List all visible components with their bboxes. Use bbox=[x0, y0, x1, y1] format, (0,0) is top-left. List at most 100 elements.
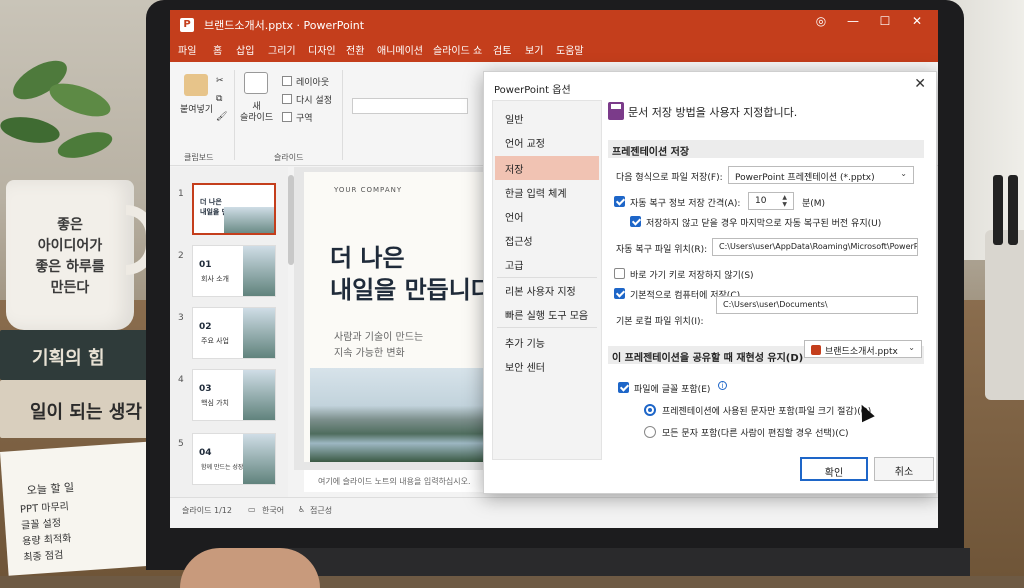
reset-button[interactable]: 다시 설정 bbox=[296, 93, 332, 106]
nav-item-proofing[interactable]: 언어 교정 bbox=[505, 135, 545, 150]
notepad-item: PPT 마무리 bbox=[19, 501, 70, 516]
embed-fonts-checkbox[interactable] bbox=[618, 382, 629, 393]
no-backstage-checkbox[interactable] bbox=[614, 268, 625, 279]
section-icon bbox=[282, 112, 292, 122]
thumb-image bbox=[224, 207, 274, 233]
slide-subtitle: 사람과 기술이 만드는 지속 가능한 변화 bbox=[334, 332, 424, 359]
tab-transitions[interactable]: 전환 bbox=[346, 42, 364, 57]
window-title: 브랜드소개서.pptx · PowerPoint bbox=[204, 19, 365, 32]
save-format-select[interactable]: PowerPoint 프레젠테이션 (*.pptx) ⌄ bbox=[728, 166, 914, 184]
slide-thumbnail[interactable]: 03 핵심 가치 bbox=[192, 369, 276, 421]
tab-review[interactable]: 검토 bbox=[493, 42, 511, 57]
cancel-button[interactable]: 취소 bbox=[874, 457, 934, 481]
tab-design[interactable]: 디자인 bbox=[308, 42, 336, 57]
nav-item-korean-ime[interactable]: 한글 입력 체계 bbox=[505, 185, 567, 200]
tab-file[interactable]: 파일 bbox=[178, 42, 196, 57]
tab-animations[interactable]: 애니메이션 bbox=[377, 42, 423, 57]
local-path-label: 기본 로컬 파일 위치(I): bbox=[616, 317, 704, 327]
autorecover-label: 자동 복구 정보 저장 간격(A): bbox=[630, 199, 741, 209]
tab-slideshow[interactable]: 슬라이드 쇼 bbox=[433, 42, 482, 57]
accessibility-label[interactable]: 접근성 bbox=[310, 505, 332, 516]
notepad-title: 오늘 할 일 bbox=[26, 480, 75, 498]
language-indicator[interactable]: ▭ bbox=[248, 505, 256, 514]
nav-item-general[interactable]: 일반 bbox=[505, 111, 523, 126]
nav-item-advanced[interactable]: 고급 bbox=[505, 257, 523, 272]
tab-view[interactable]: 보기 bbox=[525, 42, 543, 57]
thumb-subtitle: 회사 소개 bbox=[201, 275, 229, 283]
radio-all-chars-label: 모든 문자 포함(다른 사람이 편집할 경우 선택)(C) bbox=[662, 429, 849, 439]
laptop-keyboard bbox=[270, 548, 970, 576]
section-button[interactable]: 구역 bbox=[296, 111, 313, 124]
fidelity-file-select[interactable]: 브랜드소개서.pptx ⌄ bbox=[804, 340, 922, 358]
slide-thumbnail[interactable]: 01 회사 소개 bbox=[192, 245, 276, 297]
slide-thumbnail[interactable]: 04 함께 만드는 성장 bbox=[192, 433, 276, 485]
nav-item-customize-ribbon[interactable]: 리본 사용자 지정 bbox=[505, 283, 576, 298]
current-slide[interactable]: YOUR COMPANY 더 나은 내일을 만듭니다 사람과 기술이 만드는 지… bbox=[304, 172, 494, 462]
tab-home[interactable]: 홈 bbox=[213, 42, 222, 57]
thumb-number: 5 bbox=[178, 439, 184, 449]
mug-text: 좋은 아이디어가 좋은 하루를 만든다 bbox=[35, 217, 105, 296]
local-path-input[interactable]: C:\Users\user\Documents\ bbox=[716, 296, 918, 314]
nav-item-language[interactable]: 언어 bbox=[505, 209, 523, 224]
autorecover-path-input[interactable]: C:\Users\user\AppData\Roaming\Microsoft\… bbox=[712, 238, 918, 256]
language-label[interactable]: 한국어 bbox=[262, 505, 284, 516]
notepad-item: 용량 최적화 bbox=[21, 533, 72, 548]
nav-item-save[interactable]: 저장 bbox=[505, 161, 523, 176]
paste-button[interactable]: 붙여넣기 bbox=[180, 102, 213, 115]
info-icon[interactable]: i bbox=[718, 381, 727, 390]
thumb-subtitle: 주요 사업 bbox=[201, 337, 229, 345]
autorecover-checkbox[interactable] bbox=[614, 196, 625, 207]
thumb-title: 04 bbox=[199, 448, 212, 458]
new-slide-button[interactable]: 새 슬라이드 bbox=[240, 102, 273, 124]
thumb-image bbox=[243, 370, 275, 420]
thumb-image bbox=[243, 308, 275, 358]
layout-button[interactable]: 레이아웃 bbox=[296, 75, 329, 88]
menu-bar: 파일 홈 삽입 그리기 디자인 전환 애니메이션 슬라이드 쇼 검토 보기 도움… bbox=[170, 38, 938, 62]
format-painter-icon[interactable]: 🖌 bbox=[216, 112, 227, 122]
laptop-screen: P 브랜드소개서.pptx · PowerPoint ◎ — ☐ ✕ 파일 홈 … bbox=[170, 10, 938, 528]
ok-button[interactable]: 확인 bbox=[800, 457, 868, 481]
tab-help[interactable]: 도움말 bbox=[556, 42, 584, 57]
nav-item-quick-access[interactable]: 빠른 실행 도구 모음 bbox=[505, 307, 588, 322]
cut-icon[interactable]: ✂ bbox=[216, 76, 224, 86]
notepad: 오늘 할 일 PPT 마무리 글꼴 설정 용량 최적화 최종 점검 bbox=[0, 441, 164, 576]
font-name-box[interactable] bbox=[352, 98, 468, 114]
options-main: 문서 저장 방법을 사용자 지정합니다. 프레젠테이션 저장 다음 형식으로 파… bbox=[608, 100, 930, 460]
thumb-title: 03 bbox=[199, 384, 212, 394]
keep-last-label: 저장하지 않고 닫을 경우 마지막으로 자동 복구된 버전 유지(U) bbox=[646, 219, 882, 229]
options-dialog: PowerPoint 옵션 ✕ 일반 언어 교정 저장 한글 입력 체계 언어 … bbox=[483, 71, 937, 494]
accessibility-icon[interactable]: ♿ bbox=[298, 505, 305, 514]
save-to-computer-checkbox[interactable] bbox=[614, 288, 625, 299]
maximize-button[interactable]: ☐ bbox=[872, 14, 898, 28]
dialog-heading: 문서 저장 방법을 사용자 지정합니다. bbox=[628, 106, 798, 119]
pen bbox=[993, 175, 1003, 245]
autorecover-minutes-input[interactable]: 10 ▲ ▼ bbox=[748, 192, 794, 210]
new-slide-icon[interactable] bbox=[244, 72, 268, 94]
thumb-subtitle: 핵심 가치 bbox=[201, 399, 229, 407]
nav-item-trust-center[interactable]: 보안 센터 bbox=[505, 359, 545, 374]
spinner-arrows-icon[interactable]: ▲ ▼ bbox=[782, 194, 787, 208]
dialog-close-icon[interactable]: ✕ bbox=[914, 76, 926, 92]
slide-thumbnail[interactable]: 02 주요 사업 bbox=[192, 307, 276, 359]
nav-item-addins[interactable]: 추가 기능 bbox=[505, 335, 545, 350]
slide-landscape-image bbox=[310, 368, 494, 462]
tab-draw[interactable]: 그리기 bbox=[268, 42, 296, 57]
nav-item-accessibility[interactable]: 접근성 bbox=[505, 233, 533, 248]
radio-used-chars[interactable] bbox=[644, 404, 656, 416]
paste-icon[interactable] bbox=[184, 74, 208, 96]
pen-holder bbox=[985, 230, 1024, 400]
account-icon[interactable]: ◎ bbox=[808, 14, 834, 28]
close-button[interactable]: ✕ bbox=[904, 14, 930, 28]
tab-insert[interactable]: 삽입 bbox=[236, 42, 254, 57]
notes-pane[interactable]: 여기에 슬라이드 노트의 내용을 입력하십시오. bbox=[304, 470, 504, 492]
keep-last-checkbox[interactable] bbox=[630, 216, 641, 227]
copy-icon[interactable]: ⧉ bbox=[216, 94, 222, 104]
slide-thumbnail[interactable]: 더 나은 내일을 만듭니다 bbox=[192, 183, 276, 235]
autorecover-unit: 분(M) bbox=[802, 199, 826, 209]
notepad-item: 최종 점검 bbox=[23, 549, 64, 564]
chevron-down-icon: ⌄ bbox=[908, 343, 915, 352]
thumb-number: 2 bbox=[178, 251, 184, 261]
slide-title: 더 나은 내일을 만듭니다 bbox=[330, 244, 493, 304]
radio-all-chars[interactable] bbox=[644, 426, 656, 438]
minimize-button[interactable]: — bbox=[840, 14, 866, 28]
